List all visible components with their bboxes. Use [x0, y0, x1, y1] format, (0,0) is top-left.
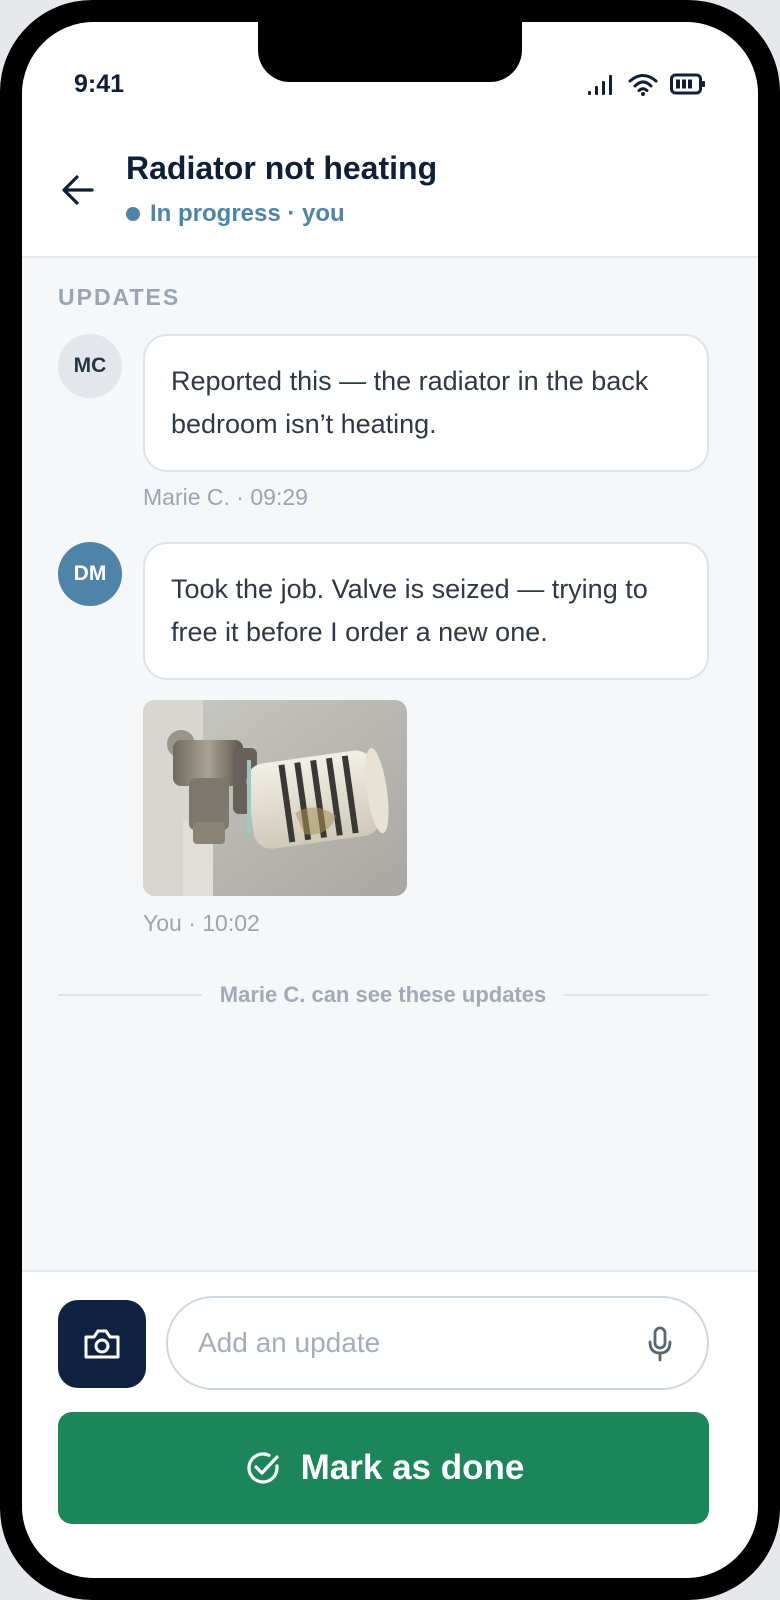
divider-line [58, 994, 202, 996]
device-notch [258, 22, 522, 82]
visibility-note: Marie C. can see these updates [219, 982, 547, 1007]
check-circle-icon [243, 1448, 283, 1488]
arrow-left-icon [62, 175, 94, 205]
message-bubble: Took the job. Valve is seized — trying t… [143, 542, 709, 680]
signal-icon [588, 75, 612, 95]
camera-button[interactable] [58, 1300, 146, 1388]
job-header: Radiator not heating In progress · you [22, 134, 758, 258]
update-input-field[interactable] [166, 1296, 709, 1390]
message-meta: You · 10:02 [143, 910, 260, 936]
status-icons [586, 72, 706, 96]
status-time: 9:41 [74, 70, 125, 98]
mark-as-done-label: Mark as done [300, 1448, 525, 1487]
photo-illustration [143, 700, 407, 896]
avatar: MC [58, 334, 122, 398]
status-label: In progress · you [150, 200, 345, 227]
message-meta: Marie C. · 09:29 [143, 484, 308, 510]
camera-icon [84, 1329, 120, 1359]
radiator-valve-photo[interactable] [143, 700, 407, 896]
composer: Mark as done [22, 1270, 758, 1578]
job-status: In progress · you [126, 200, 345, 228]
battery-icon [670, 73, 705, 95]
phone-frame: 9:41 Radiator not heating In progress · … [0, 0, 780, 1600]
visibility-divider: Marie C. can see these updates [58, 980, 708, 1010]
avatar: DM [58, 542, 122, 606]
message-bubble: Reported this — the radiator in the back… [143, 334, 709, 472]
divider-line [564, 994, 708, 996]
back-button[interactable] [58, 170, 98, 210]
status-dot [126, 207, 140, 221]
microphone-icon[interactable] [647, 1326, 673, 1362]
app-screen: 9:41 Radiator not heating In progress · … [22, 22, 758, 1578]
update-input[interactable] [198, 1298, 628, 1388]
mark-as-done-button[interactable]: Mark as done [58, 1412, 709, 1524]
page-title: Radiator not heating [126, 150, 438, 186]
wifi-icon [628, 74, 658, 96]
section-label-updates: UPDATES [58, 284, 181, 310]
